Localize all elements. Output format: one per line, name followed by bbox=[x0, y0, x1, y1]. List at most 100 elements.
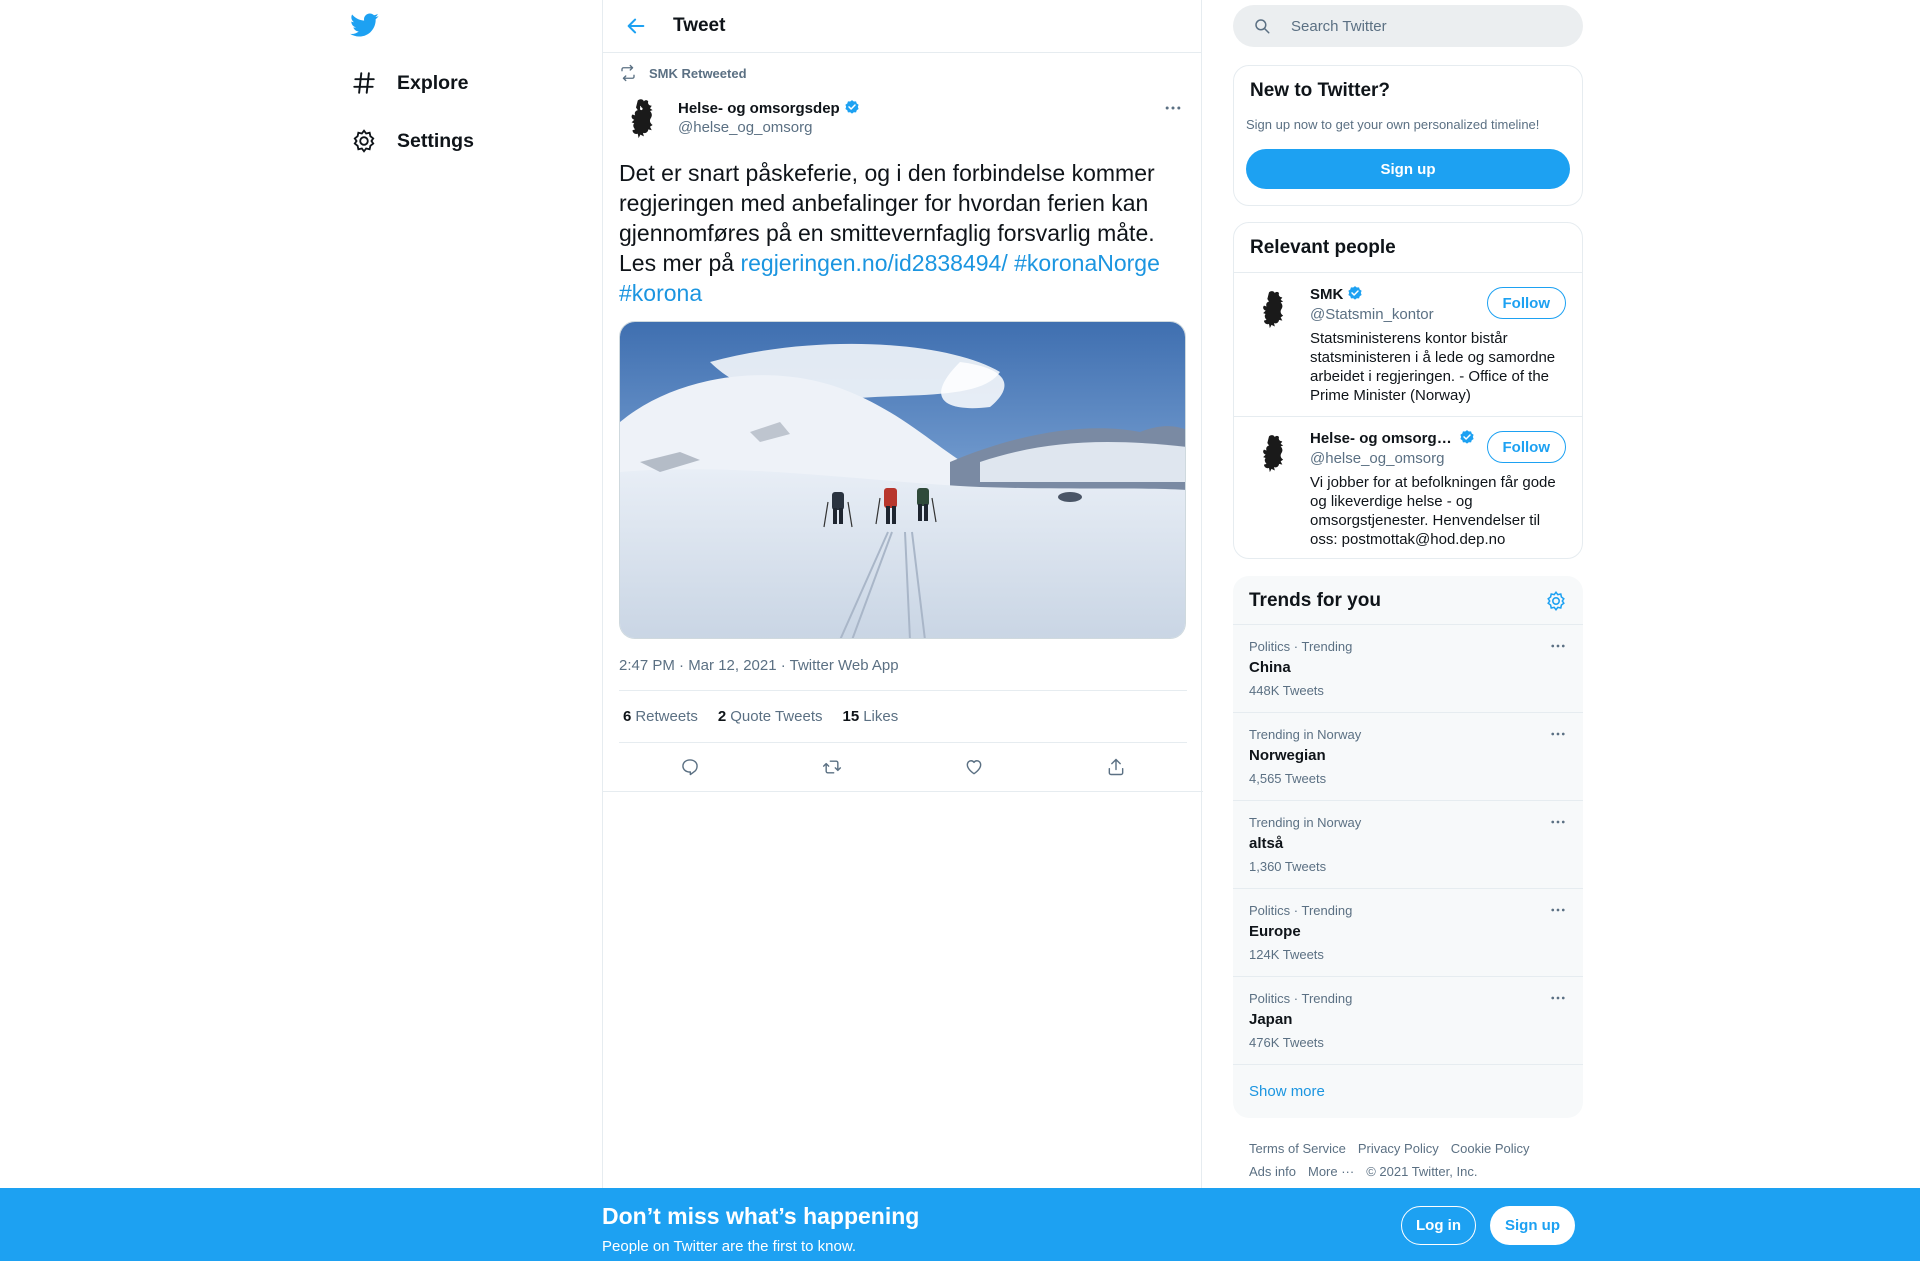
likes-stat[interactable]: 15 Likes bbox=[843, 708, 899, 725]
norwegian-lion-logo-icon bbox=[1263, 435, 1284, 473]
likes-count: 15 bbox=[842, 708, 860, 725]
person-name[interactable]: Helse- og omsorgsdep bbox=[1310, 429, 1476, 447]
copyright-text: © 2021 Twitter, Inc. bbox=[1366, 1164, 1478, 1179]
trend-context: Trending in Norway bbox=[1249, 815, 1362, 830]
person-name-text[interactable]: Helse- og omsorgsdep bbox=[1310, 430, 1455, 447]
card-title: New to Twitter? bbox=[1250, 80, 1391, 101]
twitter-bird-icon[interactable] bbox=[349, 10, 381, 42]
page-title: Tweet bbox=[673, 15, 726, 36]
quote-tweets-stat[interactable]: 2 Quote Tweets bbox=[718, 708, 823, 725]
timestamp-text[interactable]: 2:47 PM · Mar 12, 2021 · bbox=[619, 657, 790, 674]
norwegian-lion-logo-icon bbox=[631, 99, 653, 139]
trend-context: Politics · Trending bbox=[1249, 991, 1353, 1006]
person-item[interactable]: Helse- og omsorgsdep @helse_og_omsorg Vi… bbox=[1234, 417, 1582, 561]
show-more-link[interactable]: Show more bbox=[1233, 1064, 1583, 1118]
new-to-twitter-card: New to Twitter? Sign up now to get your … bbox=[1233, 65, 1583, 206]
tweet-image[interactable] bbox=[619, 321, 1186, 639]
retweet-icon bbox=[822, 760, 842, 774]
author-name-text[interactable]: Helse- og omsorgsdep bbox=[678, 100, 840, 117]
retweets-stat[interactable]: 6 Retweets bbox=[623, 708, 698, 725]
trend-item[interactable]: Politics · Trending Japan 476K Tweets bbox=[1233, 976, 1583, 1064]
trend-item[interactable]: Trending in Norway Norwegian 4,565 Tweet… bbox=[1233, 712, 1583, 800]
more-horizontal-icon bbox=[1551, 732, 1565, 736]
retweets-label: Retweets bbox=[635, 708, 698, 725]
retweet-button[interactable] bbox=[814, 749, 850, 785]
trend-item[interactable]: Politics · Trending China 448K Tweets bbox=[1233, 624, 1583, 712]
card-title: Relevant people bbox=[1250, 237, 1396, 258]
retweets-count: 6 bbox=[623, 708, 632, 725]
trend-context: Politics · Trending bbox=[1249, 639, 1353, 654]
sign-up-button[interactable]: Sign up bbox=[1246, 149, 1570, 189]
tweet-source[interactable]: Twitter Web App bbox=[790, 657, 899, 674]
footer-cookie-link[interactable]: Cookie Policy bbox=[1451, 1137, 1530, 1160]
search-input[interactable] bbox=[1291, 17, 1541, 35]
author-name[interactable]: Helse- og omsorgsdep bbox=[678, 99, 861, 117]
trend-more-button[interactable] bbox=[1549, 901, 1567, 924]
banner-title: Don’t miss what’s happening bbox=[602, 1203, 920, 1229]
footer-terms-link[interactable]: Terms of Service bbox=[1249, 1137, 1346, 1160]
avatar[interactable] bbox=[1250, 285, 1298, 333]
reply-button[interactable] bbox=[672, 749, 708, 785]
back-button[interactable] bbox=[618, 8, 654, 44]
search-bar[interactable] bbox=[1233, 5, 1583, 47]
person-name[interactable]: SMK bbox=[1310, 285, 1364, 303]
trend-count: 476K Tweets bbox=[1249, 1035, 1324, 1050]
retweeted-by-text[interactable]: SMK Retweeted bbox=[649, 66, 747, 81]
nav-explore-label: Explore bbox=[397, 71, 469, 94]
quotes-label: Quote Tweets bbox=[730, 708, 823, 725]
log-in-button[interactable]: Log in bbox=[1401, 1206, 1476, 1245]
reply-icon bbox=[682, 759, 698, 776]
like-button[interactable] bbox=[956, 749, 992, 785]
trend-count: 448K Tweets bbox=[1249, 683, 1324, 698]
trend-more-button[interactable] bbox=[1549, 813, 1567, 836]
person-bio: Vi jobber for at befolkningen får gode o… bbox=[1310, 474, 1556, 548]
trend-more-button[interactable] bbox=[1549, 725, 1567, 748]
footer-privacy-link[interactable]: Privacy Policy bbox=[1358, 1137, 1439, 1160]
card-title: Trends for you bbox=[1249, 590, 1381, 611]
footer-more-link[interactable]: More ··· bbox=[1308, 1160, 1354, 1183]
trend-count: 1,360 Tweets bbox=[1249, 859, 1327, 874]
person-name-text[interactable]: SMK bbox=[1310, 286, 1343, 303]
person-item[interactable]: SMK @Statsmin_kontor Statsministerens ko… bbox=[1234, 273, 1582, 417]
tweet-more-button[interactable] bbox=[1163, 98, 1183, 123]
trend-count: 4,565 Tweets bbox=[1249, 771, 1327, 786]
more-horizontal-icon bbox=[1551, 908, 1565, 912]
hashtag-link[interactable]: #koronaNorge bbox=[1014, 250, 1160, 276]
trend-name: Japan bbox=[1249, 1011, 1293, 1028]
more-horizontal-icon bbox=[1165, 106, 1181, 110]
tweet-actions bbox=[619, 743, 1187, 791]
trend-more-button[interactable] bbox=[1549, 637, 1567, 660]
avatar[interactable] bbox=[1250, 429, 1298, 477]
avatar[interactable] bbox=[619, 94, 667, 142]
gear-icon bbox=[349, 126, 379, 156]
sign-up-button[interactable]: Sign up bbox=[1490, 1206, 1575, 1245]
person-handle[interactable]: @Statsmin_kontor bbox=[1310, 306, 1434, 323]
snowy-mountain-skiers-image bbox=[620, 322, 1185, 638]
person-handle[interactable]: @helse_og_omsorg bbox=[1310, 450, 1444, 467]
norwegian-lion-logo-icon bbox=[1263, 291, 1284, 329]
trend-more-button[interactable] bbox=[1549, 989, 1567, 1012]
arrow-left-icon bbox=[627, 18, 645, 34]
follow-button[interactable]: Follow bbox=[1486, 431, 1566, 463]
verified-badge-icon bbox=[845, 100, 859, 114]
follow-button[interactable]: Follow bbox=[1486, 287, 1566, 319]
trend-item[interactable]: Trending in Norway altså 1,360 Tweets bbox=[1233, 800, 1583, 888]
share-button[interactable] bbox=[1098, 749, 1134, 785]
tweet-stats: 6 Retweets 2 Quote Tweets 15 Likes bbox=[619, 690, 1187, 743]
more-horizontal-icon bbox=[1551, 820, 1565, 824]
tweet-link[interactable]: regjeringen.no/id2838494/ bbox=[740, 250, 1007, 276]
trend-name: China bbox=[1249, 659, 1291, 676]
hashtag-link[interactable]: #korona bbox=[619, 280, 702, 306]
retweet-indicator: SMK Retweeted bbox=[619, 64, 747, 82]
trend-name: altså bbox=[1249, 835, 1284, 852]
hashtag-icon bbox=[349, 68, 379, 98]
trend-item[interactable]: Politics · Trending Europe 124K Tweets bbox=[1233, 888, 1583, 976]
person-bio: Statsministerens kontor bistår statsmini… bbox=[1310, 330, 1556, 404]
footer-ads-link[interactable]: Ads info bbox=[1249, 1160, 1296, 1183]
trend-name: Europe bbox=[1249, 923, 1301, 940]
nav-settings[interactable]: Settings bbox=[349, 116, 474, 166]
gear-icon[interactable] bbox=[1545, 590, 1567, 612]
card-subtitle: Sign up now to get your own personalized… bbox=[1246, 117, 1540, 132]
author-handle[interactable]: @helse_og_omsorg bbox=[678, 119, 861, 136]
nav-explore[interactable]: Explore bbox=[349, 58, 469, 108]
